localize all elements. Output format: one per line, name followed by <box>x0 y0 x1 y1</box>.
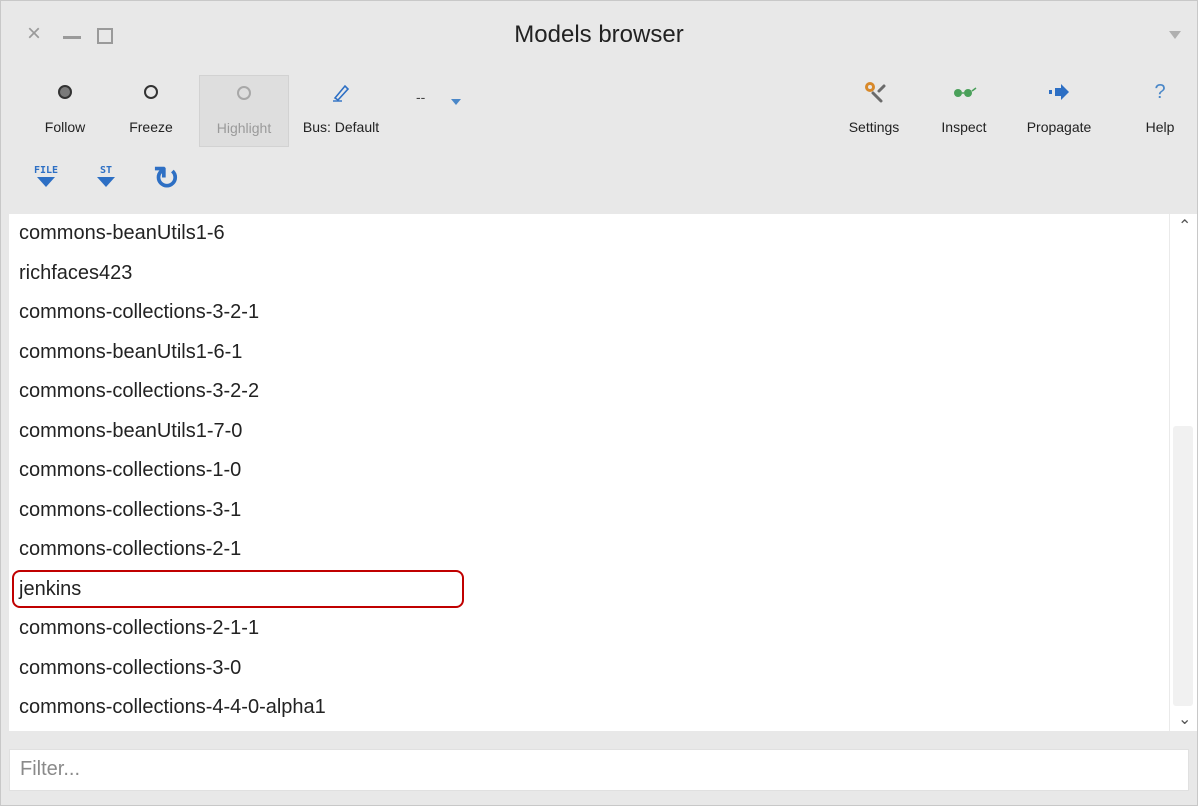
refresh-icon[interactable]: ↻ <box>153 159 180 197</box>
settings-button[interactable]: Settings <box>837 75 911 145</box>
freeze-button[interactable]: Freeze <box>115 75 187 145</box>
arrow-right-icon <box>1049 84 1069 100</box>
inspect-button[interactable]: Inspect <box>929 75 999 145</box>
list-item[interactable]: commons-collections-2-1-1 <box>9 609 1169 647</box>
inspect-label: Inspect <box>941 119 987 135</box>
circle-light-icon <box>237 86 251 100</box>
circle-outline-icon <box>144 85 158 99</box>
list-item[interactable]: richfaces423 <box>9 254 1169 292</box>
down-arrow-icon <box>97 177 115 187</box>
freeze-label: Freeze <box>129 119 173 135</box>
window-menu-icon[interactable] <box>1169 31 1181 39</box>
models-list-items: commons-beanUtils1-6 richfaces423 commons-… <box>9 214 1169 731</box>
st-download-icon[interactable]: ST <box>91 165 121 187</box>
wrench-gear-icon <box>865 82 886 103</box>
down-arrow-icon <box>37 177 55 187</box>
pencil-icon <box>333 84 350 102</box>
follow-label: Follow <box>44 119 86 135</box>
title-bar: × Models browser <box>1 1 1197 71</box>
models-browser-window: × Models browser Follow Freeze Highlight <box>0 0 1198 806</box>
follow-button[interactable]: Follow <box>29 75 101 145</box>
file-download-label: FILE <box>33 165 59 176</box>
list-item[interactable]: commons-beanUtils1-6 <box>9 214 1169 252</box>
toolbar: Follow Freeze Highlight Bus: Default -- <box>1 71 1197 151</box>
circle-filled-icon <box>58 85 72 99</box>
help-label: Help <box>1145 119 1175 135</box>
glasses-icon <box>954 87 977 97</box>
question-icon: ? <box>1154 80 1166 103</box>
scroll-down-icon[interactable]: ⌄ <box>1178 709 1191 729</box>
bus-separator: -- <box>416 89 426 105</box>
help-button[interactable]: ? Help <box>1133 75 1187 145</box>
list-item[interactable]: commons-collections-3-1 <box>9 491 1169 529</box>
bus-button[interactable]: Bus: Default <box>291 75 391 145</box>
scrollbar-thumb[interactable] <box>1173 426 1193 706</box>
list-item[interactable]: commons-collections-2-1 <box>9 530 1169 568</box>
filter-input[interactable] <box>10 750 1170 788</box>
list-item[interactable]: commons-beanUtils1-6-1 <box>9 333 1169 371</box>
file-download-icon[interactable]: FILE <box>31 165 61 187</box>
vertical-scrollbar[interactable]: ⌃ ⌄ <box>1169 214 1197 731</box>
settings-label: Settings <box>848 119 900 135</box>
list-item[interactable]: commons-collections-1-0 <box>9 451 1169 489</box>
list-item-selected[interactable]: jenkins <box>12 569 464 608</box>
list-item[interactable]: commons-collections-3-2-1 <box>9 293 1169 331</box>
secondary-toolbar: FILE ST ↻ <box>1 157 1197 213</box>
list-item[interactable]: commons-collections-3-2-2 <box>9 372 1169 410</box>
bus-dropdown-icon[interactable] <box>451 99 461 105</box>
models-list[interactable]: commons-beanUtils1-6 richfaces423 commons-… <box>9 214 1197 731</box>
highlight-button[interactable]: Highlight <box>199 75 289 147</box>
filter-field-container <box>9 749 1189 791</box>
list-item[interactable]: commons-collections-3-0 <box>9 649 1169 687</box>
highlight-label: Highlight <box>216 120 272 136</box>
bus-label: Bus: Default <box>302 119 380 135</box>
window-title: Models browser <box>514 21 684 48</box>
scroll-up-icon[interactable]: ⌃ <box>1178 216 1191 236</box>
propagate-button[interactable]: Propagate <box>1013 75 1105 145</box>
propagate-label: Propagate <box>1026 119 1092 135</box>
list-item[interactable]: commons-collections-4-4-0-alpha1 <box>9 688 1169 726</box>
list-item[interactable]: commons-beanUtils1-7-0 <box>9 412 1169 450</box>
st-download-label: ST <box>99 165 113 176</box>
